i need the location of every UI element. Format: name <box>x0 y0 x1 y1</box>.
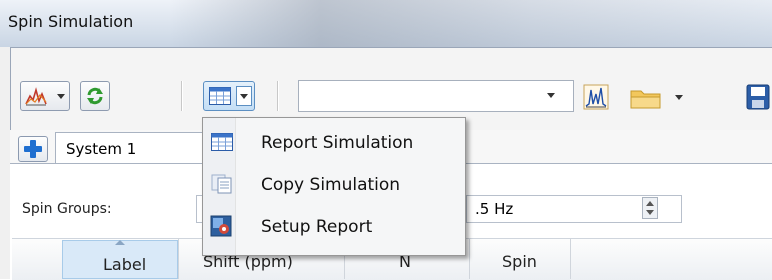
folder-icon <box>630 86 662 114</box>
table-icon <box>211 133 233 155</box>
open-folder-button[interactable] <box>630 84 686 110</box>
line-width-spinner[interactable] <box>642 197 658 219</box>
title-bar-blur <box>170 0 772 47</box>
column-header-label[interactable]: Label <box>62 240 178 279</box>
menu-item-setup-report[interactable]: Setup Report <box>205 208 463 246</box>
refresh-icon <box>85 86 105 110</box>
menu-item-label: Setup Report <box>261 217 373 237</box>
window-title: Spin Simulation <box>8 12 134 31</box>
column-header-text: Spin <box>502 252 537 271</box>
save-button[interactable] <box>746 84 770 110</box>
chevron-down-icon[interactable] <box>675 95 683 100</box>
toolbar-separator <box>277 81 279 111</box>
report-menu-button[interactable] <box>203 81 255 111</box>
copy-icon <box>211 174 233 198</box>
column-header-spin[interactable]: Spin <box>470 238 570 279</box>
tab-system-1[interactable]: System 1 <box>55 132 215 164</box>
grid-view-icon <box>209 87 231 109</box>
chevron-down-icon[interactable] <box>646 210 654 215</box>
chevron-down-icon <box>57 94 65 99</box>
chevron-down-icon <box>240 94 248 99</box>
report-dropdown-menu: Report Simulation Copy Simulation Setup … <box>202 117 466 256</box>
menu-item-report-simulation[interactable]: Report Simulation <box>205 124 463 162</box>
spectrum-peaks-button[interactable] <box>583 84 609 110</box>
simulation-combobox[interactable] <box>298 80 574 112</box>
sort-ascending-icon <box>115 240 125 245</box>
tab-label: System 1 <box>66 140 137 158</box>
column-header-text: Label <box>103 255 147 274</box>
spectrum-tool-button[interactable] <box>20 81 70 111</box>
menu-item-copy-simulation[interactable]: Copy Simulation <box>205 166 463 204</box>
spin-groups-label: Spin Groups: <box>22 201 112 217</box>
spectrum-peaks-icon <box>583 84 609 114</box>
column-divider <box>570 238 571 279</box>
chevron-down-icon[interactable] <box>547 93 555 98</box>
plus-icon <box>23 139 43 163</box>
setup-report-icon <box>210 215 232 241</box>
line-width-value: .5 Hz <box>475 200 514 218</box>
add-system-button[interactable] <box>18 136 48 162</box>
spectrum-tool-icon <box>25 86 47 110</box>
save-icon <box>746 84 770 114</box>
chevron-up-icon[interactable] <box>646 201 654 206</box>
refresh-button[interactable] <box>80 81 110 111</box>
menu-item-label: Report Simulation <box>261 133 414 153</box>
menu-item-label: Copy Simulation <box>261 175 401 195</box>
toolbar-separator <box>181 81 183 111</box>
dropdown-toggle[interactable] <box>236 86 252 106</box>
